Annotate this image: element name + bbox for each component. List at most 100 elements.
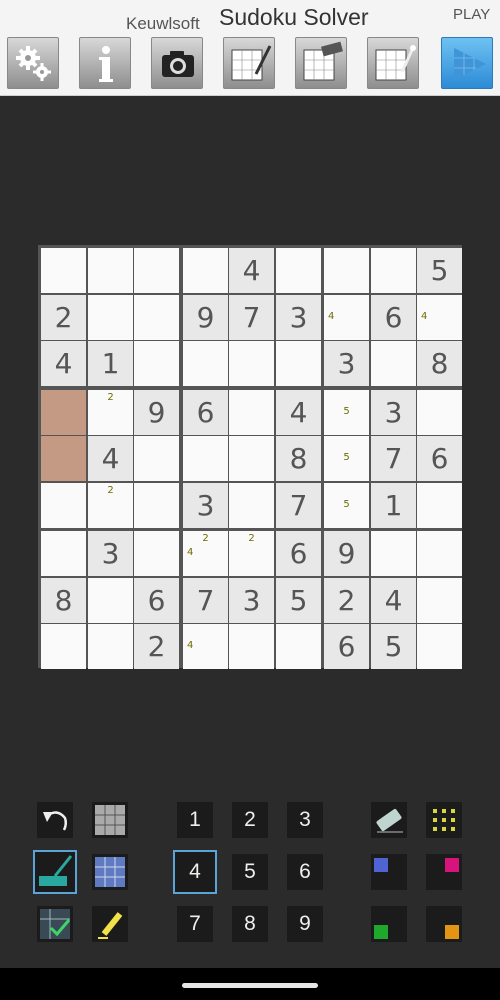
cell-r9c4[interactable]: 4 xyxy=(183,624,228,669)
candidates-button[interactable] xyxy=(426,802,462,838)
magenta-swatch-button[interactable] xyxy=(426,854,462,890)
digit-7-key[interactable]: 7 xyxy=(177,906,213,942)
cell-r6c1[interactable] xyxy=(41,483,86,528)
cell-r8c5[interactable]: 3 xyxy=(229,578,274,623)
cell-r9c3[interactable]: 2 xyxy=(134,624,179,669)
cell-r6c8[interactable]: 1 xyxy=(371,483,416,528)
cell-r1c4[interactable] xyxy=(183,248,228,293)
cell-r1c1[interactable] xyxy=(41,248,86,293)
cell-r1c6[interactable] xyxy=(276,248,321,293)
cell-r2c5[interactable]: 7 xyxy=(229,295,274,340)
cell-r8c1[interactable]: 8 xyxy=(41,578,86,623)
cell-r6c7[interactable]: 5 xyxy=(324,483,369,528)
cell-r7c8[interactable] xyxy=(371,531,416,576)
cell-r4c6[interactable]: 4 xyxy=(276,390,321,435)
digit-2-key[interactable]: 2 xyxy=(232,802,268,838)
cell-r5c5[interactable] xyxy=(229,436,274,481)
cell-r2c8[interactable]: 6 xyxy=(371,295,416,340)
cell-r4c1[interactable] xyxy=(41,390,86,435)
cell-r4c7[interactable]: 5 xyxy=(324,390,369,435)
cell-r5c9[interactable]: 6 xyxy=(417,436,462,481)
cell-r1c9[interactable]: 5 xyxy=(417,248,462,293)
eraser-button[interactable] xyxy=(371,802,407,838)
cell-r1c5[interactable]: 4 xyxy=(229,248,274,293)
cell-r6c4[interactable]: 3 xyxy=(183,483,228,528)
cell-r7c3[interactable] xyxy=(134,531,179,576)
cell-r6c5[interactable] xyxy=(229,483,274,528)
play-button[interactable] xyxy=(441,37,493,89)
cell-r1c3[interactable] xyxy=(134,248,179,293)
digit-3-key[interactable]: 3 xyxy=(287,802,323,838)
cell-r8c4[interactable]: 7 xyxy=(183,578,228,623)
blue-swatch-button[interactable] xyxy=(371,854,407,890)
cell-r2c2[interactable] xyxy=(88,295,133,340)
cell-r6c3[interactable] xyxy=(134,483,179,528)
cell-r5c3[interactable] xyxy=(134,436,179,481)
grid-view-button[interactable] xyxy=(92,802,128,838)
cell-r3c4[interactable] xyxy=(183,341,228,386)
cell-r6c2[interactable]: 2 xyxy=(88,483,133,528)
cell-r3c7[interactable]: 3 xyxy=(324,341,369,386)
digit-5-key[interactable]: 5 xyxy=(232,854,268,890)
cell-r1c7[interactable] xyxy=(324,248,369,293)
cell-r7c2[interactable]: 3 xyxy=(88,531,133,576)
cell-r3c9[interactable]: 8 xyxy=(417,341,462,386)
cell-r5c7[interactable]: 5 xyxy=(324,436,369,481)
cell-r4c2[interactable]: 2 xyxy=(88,390,133,435)
cell-r9c8[interactable]: 5 xyxy=(371,624,416,669)
sweep-tool-button[interactable] xyxy=(33,850,77,894)
cell-r7c4[interactable]: 42 xyxy=(183,531,228,576)
cell-r7c6[interactable]: 6 xyxy=(276,531,321,576)
solve-grid-button[interactable] xyxy=(367,37,419,89)
undo-button[interactable] xyxy=(37,802,73,838)
digit-6-key[interactable]: 6 xyxy=(287,854,323,890)
cell-r9c1[interactable] xyxy=(41,624,86,669)
home-gesture-handle[interactable] xyxy=(182,983,318,988)
cell-r5c6[interactable]: 8 xyxy=(276,436,321,481)
cell-r3c8[interactable] xyxy=(371,341,416,386)
cell-r5c4[interactable] xyxy=(183,436,228,481)
cell-r6c6[interactable]: 7 xyxy=(276,483,321,528)
highlighter-button[interactable] xyxy=(92,906,128,942)
cell-r9c5[interactable] xyxy=(229,624,274,669)
grid-view-blue-button[interactable] xyxy=(92,854,128,890)
check-grid-button[interactable] xyxy=(37,906,73,942)
cell-r9c7[interactable]: 6 xyxy=(324,624,369,669)
cell-r1c8[interactable] xyxy=(371,248,416,293)
camera-button[interactable] xyxy=(151,37,203,89)
cell-r3c3[interactable] xyxy=(134,341,179,386)
orange-swatch-button[interactable] xyxy=(426,906,462,942)
cell-r4c4[interactable]: 6 xyxy=(183,390,228,435)
cell-r8c2[interactable] xyxy=(88,578,133,623)
cell-r2c3[interactable] xyxy=(134,295,179,340)
cell-r8c6[interactable]: 5 xyxy=(276,578,321,623)
cell-r6c9[interactable] xyxy=(417,483,462,528)
cell-r7c5[interactable]: 2 xyxy=(229,531,274,576)
cell-r7c7[interactable]: 9 xyxy=(324,531,369,576)
cell-r9c9[interactable] xyxy=(417,624,462,669)
cell-r9c2[interactable] xyxy=(88,624,133,669)
cell-r2c7[interactable]: 4 xyxy=(324,295,369,340)
cell-r9c6[interactable] xyxy=(276,624,321,669)
cell-r3c5[interactable] xyxy=(229,341,274,386)
cell-r1c2[interactable] xyxy=(88,248,133,293)
play-label[interactable]: PLAY xyxy=(453,6,490,23)
edit-grid-button[interactable] xyxy=(223,37,275,89)
cell-r3c1[interactable]: 4 xyxy=(41,341,86,386)
cell-r8c9[interactable] xyxy=(417,578,462,623)
cell-r7c9[interactable] xyxy=(417,531,462,576)
cell-r8c3[interactable]: 6 xyxy=(134,578,179,623)
cell-r3c2[interactable]: 1 xyxy=(88,341,133,386)
digit-1-key[interactable]: 1 xyxy=(177,802,213,838)
cell-r8c8[interactable]: 4 xyxy=(371,578,416,623)
green-swatch-button[interactable] xyxy=(371,906,407,942)
info-button[interactable] xyxy=(79,37,131,89)
cell-r3c6[interactable] xyxy=(276,341,321,386)
cell-r2c6[interactable]: 3 xyxy=(276,295,321,340)
cell-r5c8[interactable]: 7 xyxy=(371,436,416,481)
cell-r2c1[interactable]: 2 xyxy=(41,295,86,340)
cell-r7c1[interactable] xyxy=(41,531,86,576)
cell-r5c1[interactable] xyxy=(41,436,86,481)
cell-r4c5[interactable] xyxy=(229,390,274,435)
cell-r4c9[interactable] xyxy=(417,390,462,435)
